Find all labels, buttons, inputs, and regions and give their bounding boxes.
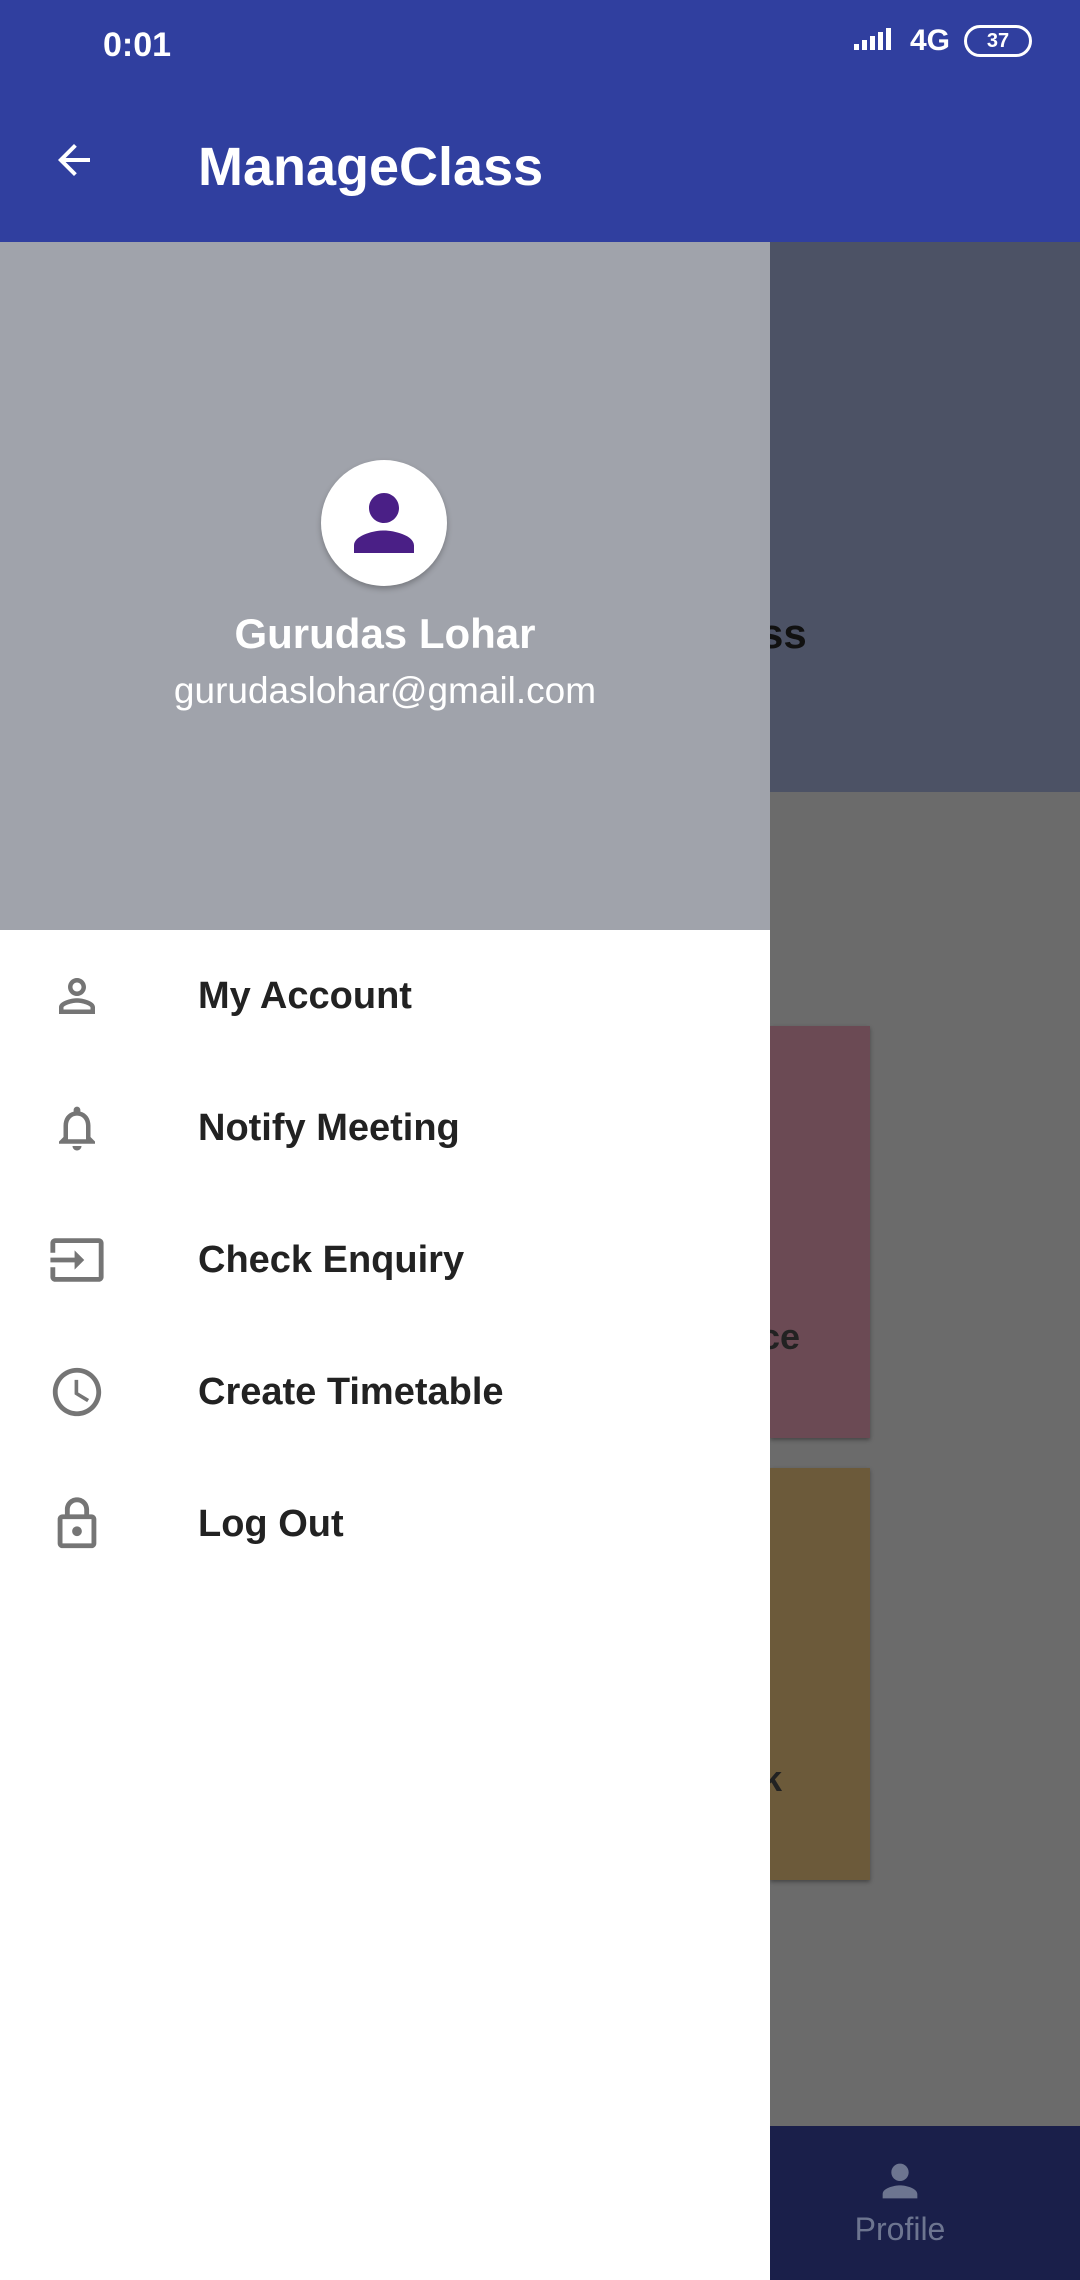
app-title: ManageClass — [198, 137, 544, 197]
person-outline-icon — [46, 965, 108, 1027]
menu-item-label: Check Enquiry — [198, 1238, 465, 1281]
battery-icon: 37 — [964, 25, 1032, 57]
menu-item-create-timetable[interactable]: Create Timetable — [0, 1326, 770, 1458]
background-card — [770, 1468, 870, 1880]
bell-icon — [46, 1097, 108, 1159]
lock-icon — [46, 1493, 108, 1555]
arrow-back-icon — [58, 144, 90, 176]
user-name: Gurudas Lohar — [234, 610, 536, 657]
navigation-drawer: Gurudas Lohar gurudaslohar@gmail.com My … — [0, 242, 770, 2280]
user-email: gurudaslohar@gmail.com — [173, 670, 597, 711]
back-button[interactable] — [44, 130, 104, 190]
menu-item-my-account[interactable]: My Account — [0, 930, 770, 1062]
menu-item-label: Log Out — [198, 1502, 344, 1545]
network-type: 4G — [909, 24, 950, 57]
background-card — [770, 1026, 870, 1438]
menu-item-notify-meeting[interactable]: Notify Meeting — [0, 1062, 770, 1194]
profile-tab-label: Profile — [854, 2211, 946, 2247]
person-icon — [354, 493, 414, 553]
avatar[interactable] — [321, 460, 447, 586]
person-icon — [882, 2163, 918, 2199]
menu-item-label: Notify Meeting — [198, 1106, 460, 1149]
drawer-header: Gurudas Lohar gurudaslohar@gmail.com — [0, 242, 770, 930]
menu-item-label: My Account — [198, 974, 412, 1017]
menu-item-check-enquiry[interactable]: Check Enquiry — [0, 1194, 770, 1326]
clock-icon — [46, 1361, 108, 1423]
status-icons: 4G 37 — [853, 24, 1032, 58]
background-header — [770, 242, 1080, 792]
input-icon — [46, 1229, 108, 1291]
drawer-menu: My Account Notify Meeting Check Enquiry — [0, 930, 770, 1590]
menu-item-log-out[interactable]: Log Out — [0, 1458, 770, 1590]
app-bar: 0:01 4G 37 ManageClass — [0, 0, 1080, 242]
bottom-nav-profile-tab[interactable]: Profile — [840, 2155, 960, 2248]
menu-item-label: Create Timetable — [198, 1370, 504, 1413]
status-time: 0:01 — [103, 26, 172, 64]
signal-icon — [853, 28, 891, 50]
